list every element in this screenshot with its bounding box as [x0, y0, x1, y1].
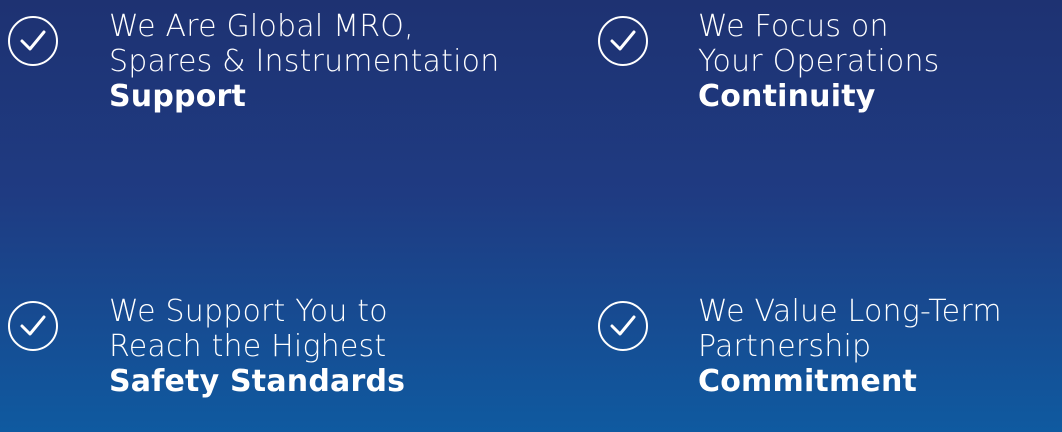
- checkmark-icon: [20, 30, 46, 51]
- feature-line-2: Reach the Highest: [109, 329, 387, 364]
- checkmark-icon: [610, 30, 636, 51]
- feature-text: We Value Long-Term Partnership Commitmen…: [698, 294, 1002, 399]
- feature-line-2: Partnership: [698, 329, 872, 364]
- feature-line-1: We Support You to: [109, 294, 388, 329]
- feature-text: We Focus on Your Operations Continuity: [698, 9, 940, 114]
- feature-highlight: Commitment: [698, 364, 918, 399]
- checkmark-icon: [20, 315, 46, 336]
- feature-highlight: Continuity: [698, 79, 876, 114]
- check-circle-icon: [8, 301, 58, 351]
- check-circle-icon: [598, 16, 648, 66]
- feature-line-1: We Value Long-Term: [698, 294, 1002, 329]
- feature-highlight: Support: [109, 79, 247, 114]
- feature-line-1: We Focus on: [698, 9, 889, 44]
- feature-line-1: We Are Global MRO,: [109, 9, 414, 44]
- features-panel: We Are Global MRO, Spares & Instrumentat…: [0, 0, 1062, 432]
- feature-line-2: Your Operations: [698, 44, 940, 79]
- checkmark-icon: [610, 315, 636, 336]
- feature-line-2: Spares & Instrumentation: [109, 44, 500, 79]
- check-circle-icon: [8, 16, 58, 66]
- feature-text: We Support You to Reach the Highest Safe…: [109, 294, 405, 399]
- feature-text: We Are Global MRO, Spares & Instrumentat…: [109, 9, 499, 114]
- feature-highlight: Safety Standards: [109, 364, 406, 399]
- check-circle-icon: [598, 301, 648, 351]
